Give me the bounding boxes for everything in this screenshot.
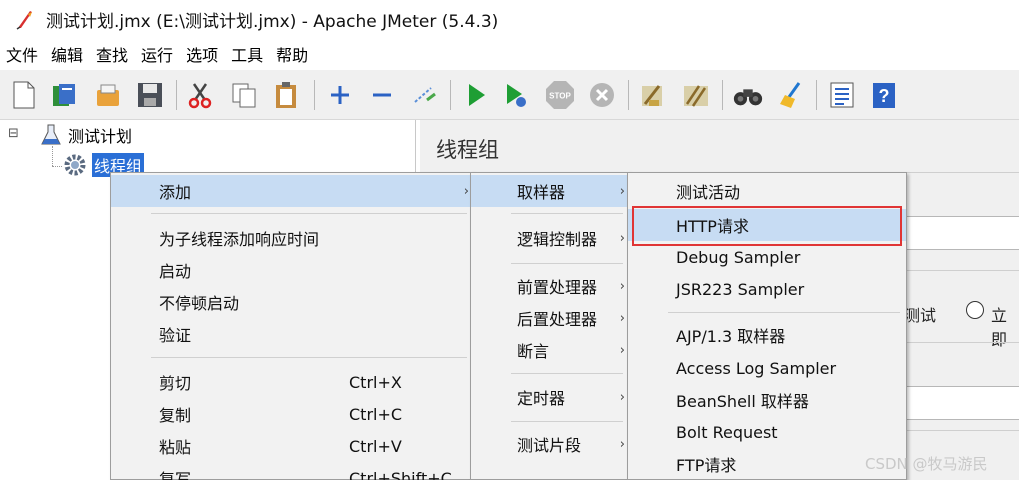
tree-label-test-plan: 测试计划	[68, 127, 133, 146]
sampler-item-bolt-request[interactable]: Bolt Request	[628, 416, 906, 448]
sampler-item-jsr223-sampler[interactable]: JSR223 Sampler	[628, 273, 906, 305]
menu-item-validate[interactable]: 验证	[111, 318, 473, 350]
paste-icon[interactable]	[270, 79, 302, 111]
submenu-item-test-fragment[interactable]: 测试片段 ›	[471, 428, 629, 460]
chevron-right-icon: ›	[619, 310, 625, 326]
menu-item-copy[interactable]: 复制 Ctrl+C	[111, 398, 473, 430]
tree-node-test-plan[interactable]: 测试计划	[40, 123, 132, 147]
stop-icon[interactable]: STOP	[544, 79, 576, 111]
toggle-icon[interactable]	[408, 79, 440, 111]
toolbar: STOP ?	[0, 70, 1019, 120]
menu-item-start-no-pauses[interactable]: 不停顿启动	[111, 286, 473, 318]
stop-now-radio[interactable]	[966, 301, 984, 319]
help-icon[interactable]: ?	[868, 79, 900, 111]
templates-icon[interactable]	[48, 79, 80, 111]
watermark: CSDN @牧马游民	[865, 455, 988, 473]
highlight-annotation-box	[632, 206, 902, 246]
svg-text:?: ?	[879, 86, 890, 106]
sampler-item-ajp-sampler[interactable]: AJP/1.3 取样器	[628, 319, 906, 351]
shutdown-icon[interactable]	[586, 79, 618, 111]
menu-file[interactable]: 文件	[6, 42, 38, 66]
tree-collapse-toggle[interactable]: ⊟	[8, 126, 19, 141]
function-helper-icon[interactable]	[826, 79, 858, 111]
title-bar: 测试计划.jmx (E:\测试计划.jmx) - Apache JMeter (…	[0, 0, 1019, 38]
chevron-right-icon: ›	[619, 278, 625, 294]
chevron-right-icon: ›	[619, 436, 625, 452]
chevron-right-icon: ›	[463, 183, 469, 199]
name-field[interactable]	[900, 216, 1019, 250]
new-icon[interactable]	[8, 79, 40, 111]
menu-run[interactable]: 运行	[141, 42, 173, 66]
menu-edit[interactable]: 编辑	[51, 42, 83, 66]
menu-item-add-response-time[interactable]: 为子线程添加响应时间	[111, 222, 473, 254]
copy-icon[interactable]	[228, 79, 260, 111]
add-submenu: 取样器 › 逻辑控制器 › 前置处理器 › 后置处理器 › 断言 › 定时器 ›…	[470, 172, 630, 480]
menu-help[interactable]: 帮助	[276, 42, 308, 66]
chevron-right-icon: ›	[619, 389, 625, 405]
flask-icon	[41, 124, 61, 145]
chevron-right-icon: ›	[619, 342, 625, 358]
submenu-item-assertion[interactable]: 断言 ›	[471, 334, 629, 366]
clear-all-icon[interactable]	[680, 79, 712, 111]
submenu-item-sampler[interactable]: 取样器 ›	[471, 175, 629, 207]
panel-title: 线程组	[436, 138, 499, 162]
menu-item-paste[interactable]: 粘贴 Ctrl+V	[111, 430, 473, 462]
start-no-pauses-icon[interactable]	[500, 79, 532, 111]
open-icon[interactable]	[92, 79, 124, 111]
context-menu: 添加 › 为子线程添加响应时间 启动 不停顿启动 验证 剪切 Ctrl+X 复制 C…	[110, 172, 474, 480]
menu-tools[interactable]: 工具	[231, 42, 263, 66]
search-icon[interactable]	[732, 79, 764, 111]
threads-field[interactable]	[900, 386, 1019, 420]
sampler-item-beanshell-sampler[interactable]: BeanShell 取样器	[628, 384, 906, 416]
cut-icon[interactable]	[184, 79, 216, 111]
collapse-icon[interactable]	[366, 79, 398, 111]
menu-item-start[interactable]: 启动	[111, 254, 473, 286]
menu-item-duplicate[interactable]: 复写 Ctrl+Shift+C	[111, 462, 473, 480]
submenu-item-pre-processor[interactable]: 前置处理器 ›	[471, 270, 629, 302]
clear-icon[interactable]	[636, 79, 668, 111]
menu-item-add[interactable]: 添加 ›	[111, 175, 473, 207]
start-icon[interactable]	[460, 79, 492, 111]
sampler-item-test-action[interactable]: 测试活动	[628, 175, 906, 207]
sampler-item-access-log-sampler[interactable]: Access Log Sampler	[628, 352, 906, 384]
submenu-item-timer[interactable]: 定时器 ›	[471, 381, 629, 413]
menu-options[interactable]: 选项	[186, 42, 218, 66]
submenu-item-logic-controller[interactable]: 逻辑控制器 ›	[471, 222, 629, 254]
submenu-item-post-processor[interactable]: 后置处理器 ›	[471, 302, 629, 334]
svg-text:STOP: STOP	[549, 92, 571, 101]
chevron-right-icon: ›	[619, 230, 625, 246]
chevron-right-icon: ›	[619, 183, 625, 199]
jmeter-feather-icon	[16, 11, 32, 30]
reset-search-icon[interactable]	[776, 79, 808, 111]
menu-search[interactable]: 查找	[96, 42, 128, 66]
expand-icon[interactable]	[324, 79, 356, 111]
window-title: 测试计划.jmx (E:\测试计划.jmx) - Apache JMeter (…	[46, 11, 499, 32]
save-icon[interactable]	[134, 79, 166, 111]
gear-icon	[64, 154, 86, 176]
menu-item-cut[interactable]: 剪切 Ctrl+X	[111, 366, 473, 398]
menu-bar: 文件 编辑 查找 运行 选项 工具 帮助	[0, 38, 1019, 70]
